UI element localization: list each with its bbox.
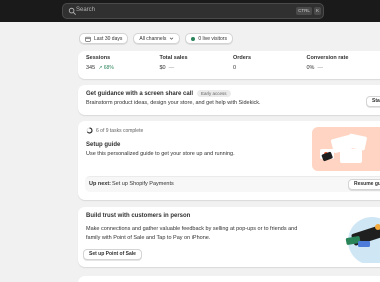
sidekick-card: Get guidance with a screen share call Ea… <box>78 85 380 115</box>
metric-label: Orders <box>233 55 252 61</box>
set-up-pos-button[interactable]: Set up Point of Sale <box>83 249 142 260</box>
metric-value: 0% <box>306 65 315 71</box>
search-bar[interactable]: Search CTRL K <box>62 3 324 19</box>
point-of-sale-card: Build trust with customers in person Mak… <box>78 207 380 267</box>
progress-ring-icon <box>86 127 93 134</box>
shortcut-k-key: K <box>314 7 321 15</box>
channels-dropdown[interactable]: All channels <box>133 33 181 44</box>
shortcut-ctrl-key: CTRL <box>296 7 312 15</box>
calendar-icon <box>85 36 91 42</box>
live-dot-icon <box>191 36 196 41</box>
channels-label: All channels <box>139 35 167 42</box>
metric-change: — <box>317 65 323 71</box>
next-card <box>78 276 380 282</box>
metric-label: Total sales <box>159 55 188 61</box>
badge-label: Early access <box>201 91 227 96</box>
metric-label: Sessions <box>86 55 111 61</box>
metric-orders: Orders 0 <box>233 55 307 75</box>
sidekick-title: Get guidance with a screen share call <box>86 90 194 97</box>
metric-value: $0 <box>159 65 166 71</box>
chevron-down-icon <box>170 37 174 40</box>
metric-change: ↗ 68% <box>98 65 114 71</box>
resume-guide-button[interactable]: Resume gu <box>348 179 380 190</box>
metric-sessions: Sessions 345 ↗ 68% <box>86 55 160 75</box>
setup-illustration <box>312 127 380 171</box>
metric-conversion-rate: Conversion rate 0% — <box>307 55 380 75</box>
metric-total-sales: Total sales $0— <box>160 55 234 75</box>
date-range-button[interactable]: Last 30 days <box>79 33 129 44</box>
metrics-card[interactable]: Sessions 345 ↗ 68% Total sales $0— Orders… <box>78 51 380 79</box>
up-next-label: Up next: <box>89 181 111 187</box>
live-visitors-button[interactable]: 0 live visitors <box>185 33 233 44</box>
search-placeholder: Search <box>76 7 96 13</box>
sidekick-description: Brainstorm product ideas, design your st… <box>86 100 261 106</box>
date-range-label: Last 30 days <box>94 35 123 42</box>
early-access-badge: Early access <box>197 90 231 97</box>
metric-label: Conversion rate <box>306 55 349 61</box>
metric-value: 345 <box>86 65 96 71</box>
live-visitors-label: 0 live visitors <box>198 35 227 42</box>
up-next-task: Set up Shopify Payments <box>112 181 174 187</box>
start-button[interactable]: Star <box>366 96 380 107</box>
setup-guide-card: 6 of 9 tasks complete Setup guide Use th… <box>78 121 380 200</box>
up-next-row[interactable]: Up next: Set up Shopify Payments Resume … <box>85 176 380 192</box>
filter-bar: Last 30 days All channels 0 live visitor… <box>79 33 233 44</box>
top-bar: Search CTRL K <box>0 0 380 22</box>
pos-illustration <box>345 217 380 263</box>
progress-label: 6 of 9 tasks complete <box>96 127 144 134</box>
metric-change: — <box>168 65 175 71</box>
metric-value: 0 <box>233 65 237 71</box>
